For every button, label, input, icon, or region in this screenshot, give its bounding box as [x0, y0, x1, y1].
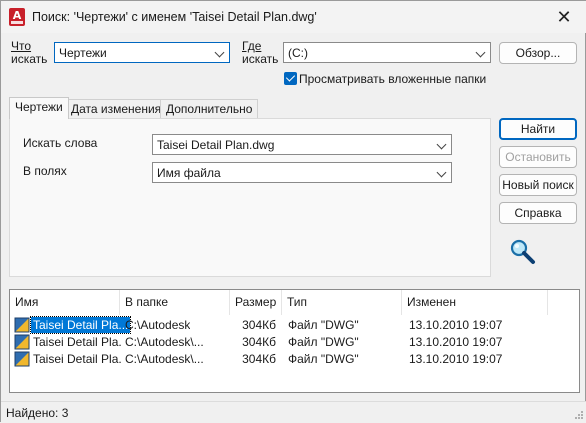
what-search-value: Чертежи — [59, 46, 107, 60]
results-list[interactable]: Имя В папке Размер Тип Изменен Taisei De… — [9, 289, 580, 393]
result-name[interactable]: Taisei Detail Pla... — [29, 316, 132, 334]
chevron-down-icon — [436, 167, 447, 178]
result-folder: C:\Autodesk\... — [125, 352, 204, 366]
subfolders-checkbox[interactable] — [284, 72, 297, 85]
title-bar: A Поиск: 'Чертежи' с именем 'Taisei Deta… — [1, 1, 586, 33]
table-row[interactable]: Taisei Detail Pla... C:\Autodesk\... 304… — [10, 334, 579, 350]
dwg-file-icon — [14, 317, 30, 333]
find-button[interactable]: Найти — [499, 118, 577, 140]
column-header-folder[interactable]: В папке — [120, 290, 230, 315]
result-modified: 13.10.2010 19:07 — [409, 335, 503, 349]
where-label-line2: искать — [242, 52, 279, 66]
window-title: Поиск: 'Чертежи' с именем 'Taisei Detail… — [32, 10, 317, 24]
chevron-down-icon — [436, 139, 447, 150]
where-search-combo[interactable]: (C:) — [283, 42, 491, 63]
search-words-combo[interactable]: Taisei Detail Plan.dwg — [152, 134, 452, 155]
result-type: Файл "DWG" — [288, 318, 359, 332]
result-modified: 13.10.2010 19:07 — [409, 318, 503, 332]
where-search-value: (C:) — [288, 46, 308, 60]
status-bar: Найдено: 3 — [1, 401, 586, 423]
tab-drawings[interactable]: Чертежи — [9, 97, 69, 119]
dwg-file-icon — [14, 334, 30, 350]
found-count: Найдено: 3 — [6, 406, 69, 420]
column-header-name[interactable]: Имя — [10, 290, 120, 315]
search-words-label: Искать слова — [23, 136, 98, 150]
where-label: Где искать — [242, 40, 278, 66]
column-header-type[interactable]: Тип — [282, 290, 402, 315]
result-name[interactable]: Taisei Detail Pla... — [33, 335, 121, 349]
search-words-value: Taisei Detail Plan.dwg — [157, 138, 275, 152]
chevron-down-icon — [475, 47, 486, 58]
tab-advanced[interactable]: Дополнительно — [160, 99, 259, 119]
tab-date-modified[interactable]: Дата изменения — [65, 99, 168, 119]
result-type: Файл "DWG" — [288, 335, 359, 349]
magnifier-icon — [510, 239, 535, 264]
subfolders-label[interactable]: Просматривать вложенные папки — [299, 72, 486, 86]
fields-value: Имя файла — [157, 166, 221, 180]
result-size: 304Кб — [242, 335, 276, 349]
what-label: Что искать — [11, 40, 47, 66]
fields-label: В полях — [23, 164, 67, 178]
column-header-modified[interactable]: Изменен — [402, 290, 548, 315]
chevron-down-icon — [214, 47, 225, 58]
table-row[interactable]: Taisei Detail Pla... C:\Autodesk 304Кб Ф… — [10, 316, 579, 334]
result-type: Файл "DWG" — [288, 352, 359, 366]
result-size: 304Кб — [242, 352, 276, 366]
table-row[interactable]: Taisei Detail Pla... C:\Autodesk\... 304… — [10, 351, 579, 367]
stop-button[interactable]: Остановить — [499, 146, 577, 168]
help-button[interactable]: Справка — [499, 202, 577, 224]
fields-combo[interactable]: Имя файла — [152, 162, 452, 183]
browse-button[interactable]: Обзор... — [499, 42, 577, 64]
what-search-combo[interactable]: Чертежи — [54, 42, 230, 63]
autocad-app-icon: A — [9, 8, 25, 26]
column-header-size[interactable]: Размер — [230, 290, 282, 315]
what-label-line2: искать — [11, 52, 48, 66]
result-modified: 13.10.2010 19:07 — [409, 352, 503, 366]
new-search-button[interactable]: Новый поиск — [499, 174, 577, 196]
find-dialog-window: A Поиск: 'Чертежи' с именем 'Taisei Deta… — [0, 0, 586, 423]
result-name[interactable]: Taisei Detail Pla... — [33, 352, 121, 366]
resize-grip-icon[interactable] — [574, 410, 584, 420]
close-icon[interactable]: ✕ — [549, 5, 579, 29]
result-folder: C:\Autodesk\... — [125, 335, 204, 349]
dwg-file-icon — [14, 351, 30, 367]
result-size: 304Кб — [242, 318, 276, 332]
result-folder: C:\Autodesk — [125, 318, 191, 332]
